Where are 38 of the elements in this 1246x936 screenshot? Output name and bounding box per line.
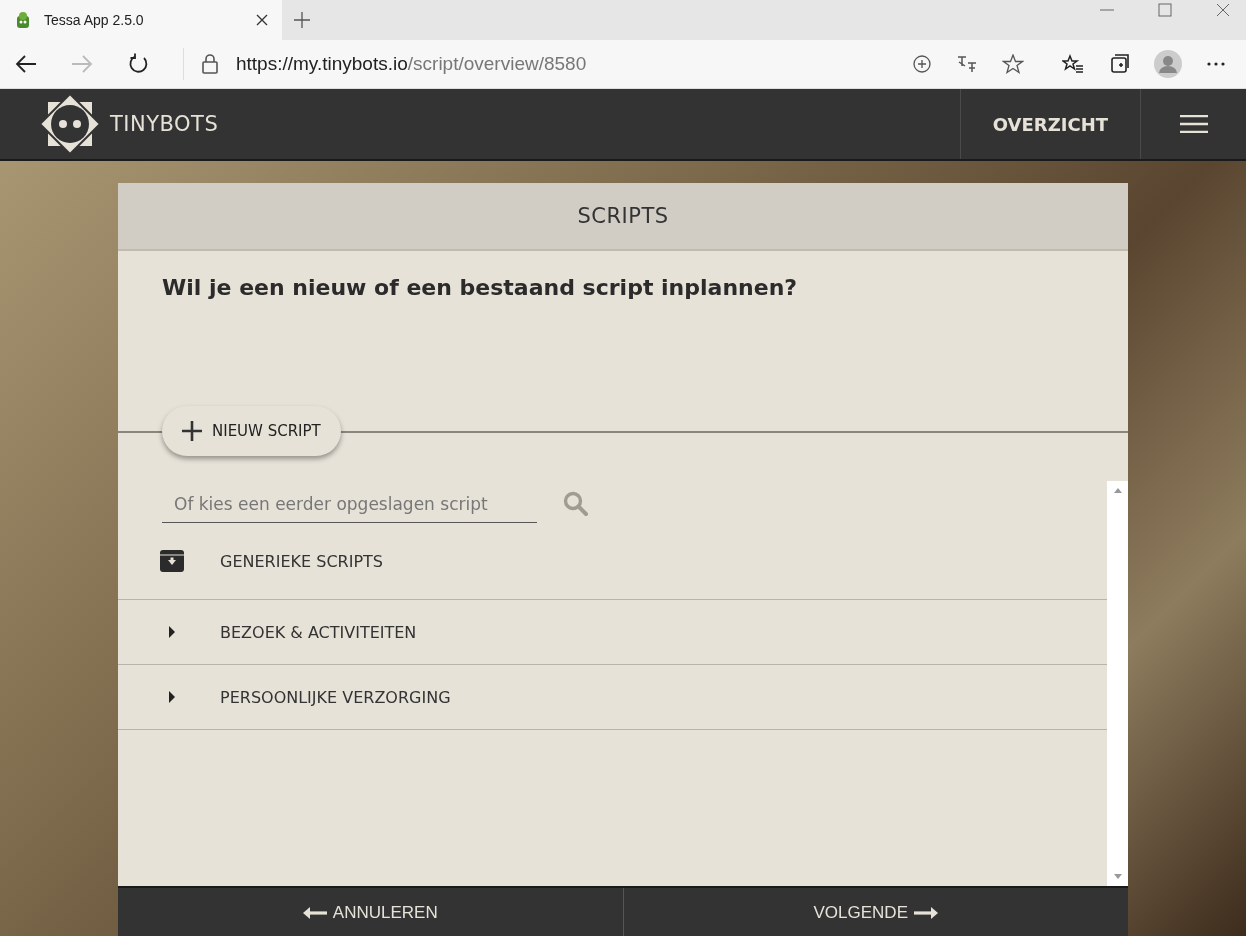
arrow-left-icon <box>302 906 327 919</box>
back-arrow-icon[interactable] <box>15 54 37 74</box>
cancel-button[interactable]: ANNULEREN <box>118 888 623 936</box>
caret-right-icon <box>168 626 176 638</box>
arrow-right-icon <box>914 906 938 919</box>
tab-title: Tessa App 2.5.0 <box>44 12 145 28</box>
category-item[interactable]: PERSOONLIJKE VERZORGING <box>118 665 1107 730</box>
card-title: SCRIPTS <box>577 204 669 228</box>
scroll-up-icon[interactable] <box>1113 487 1122 493</box>
add-circle-icon[interactable] <box>912 54 932 74</box>
collections-icon[interactable] <box>1108 53 1130 75</box>
brand-name: TINYBOTS <box>110 112 219 136</box>
robot-icon <box>14 11 32 29</box>
category-item[interactable]: BEZOEK & ACTIVITEITEN <box>118 600 1107 665</box>
scroll-down-icon[interactable] <box>1113 874 1122 880</box>
avatar-icon[interactable] <box>1154 50 1182 78</box>
menu-icon <box>1179 115 1208 133</box>
plus-icon[interactable] <box>294 12 310 28</box>
robot-face-logo-icon <box>38 92 102 156</box>
url-text[interactable]: https://my.tinybots.io/script/overview/8580 <box>236 53 587 75</box>
more-icon[interactable] <box>1206 61 1226 67</box>
plus-icon <box>182 421 202 441</box>
scrollbar[interactable] <box>1107 481 1128 886</box>
search-field[interactable]: Of kies een eerder opgeslagen script <box>162 485 537 523</box>
lock-icon <box>202 54 218 74</box>
category-item[interactable]: GENERIEKE SCRIPTS <box>118 523 1107 600</box>
question-text: Wil je een nieuw of een bestaand script inplannen? <box>162 275 799 300</box>
overview-link[interactable]: OVERZICHT <box>959 89 1141 159</box>
star-icon[interactable] <box>1002 54 1024 74</box>
refresh-icon[interactable] <box>127 53 149 75</box>
favorites-icon[interactable] <box>1062 54 1084 74</box>
next-button[interactable]: VOLGENDE <box>622 888 1128 936</box>
close-icon[interactable] <box>256 14 268 26</box>
caret-right-icon <box>168 691 176 703</box>
archive-icon <box>160 550 184 572</box>
browser-tab[interactable]: Tessa App 2.5.0 <box>0 0 282 40</box>
translate-icon[interactable] <box>956 54 978 74</box>
new-script-button[interactable]: NIEUW SCRIPT <box>162 406 341 456</box>
